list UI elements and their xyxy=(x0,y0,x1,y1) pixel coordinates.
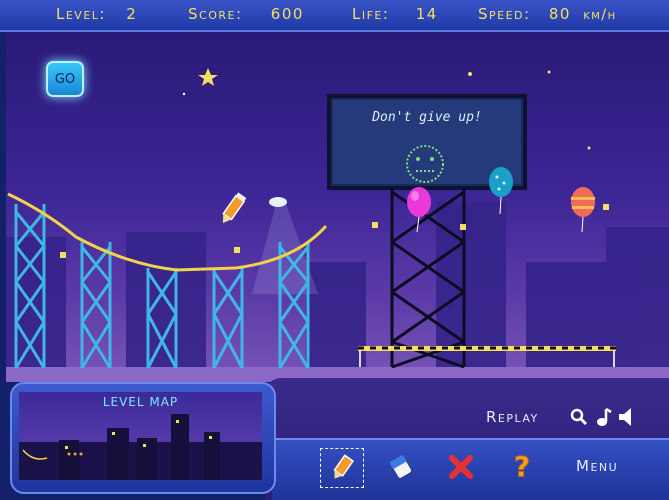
game-scene[interactable]: Don't give up! xyxy=(6,32,669,382)
star-dot xyxy=(468,72,472,76)
star-dot xyxy=(547,70,551,74)
svg-text:?: ? xyxy=(514,451,530,481)
level-value: 2 xyxy=(126,5,138,23)
spotlight-lamp xyxy=(269,197,287,207)
question-mark-icon: ? xyxy=(513,451,530,481)
girder-pillar xyxy=(80,242,112,369)
speed-label: Speed: xyxy=(478,5,531,23)
girder-pillar xyxy=(212,268,244,369)
go-label: GO xyxy=(54,71,76,87)
game-frame: Level: 2 Score: 600 Life: 14 Speed: 80 k… xyxy=(0,0,669,500)
replay-button[interactable]: Replay xyxy=(486,408,539,426)
balloon-pink[interactable] xyxy=(407,187,431,233)
star-icon xyxy=(198,68,218,86)
score-label: Score: xyxy=(188,5,243,23)
speaker-icon[interactable] xyxy=(617,406,635,428)
balloon-striped[interactable] xyxy=(571,187,595,233)
hud-bar: Level: 2 Score: 600 Life: 14 Speed: 80 k… xyxy=(0,0,669,32)
speed-value: 80 xyxy=(548,5,571,23)
pencil-tool-button[interactable] xyxy=(320,448,364,488)
life-display: Life: 14 xyxy=(352,5,438,23)
pencil-icon xyxy=(333,454,355,479)
score-display: Score: 600 xyxy=(188,5,304,23)
eraser-icon xyxy=(389,454,413,480)
city-silhouette xyxy=(6,202,669,382)
pencil-cursor-icon xyxy=(222,192,247,224)
billboard-text: Don't give up! xyxy=(371,110,482,125)
red-x-icon xyxy=(449,455,473,479)
menu-button[interactable]: Menu xyxy=(576,457,618,475)
speed-display: Speed: 80 km/h xyxy=(478,5,617,23)
score-value: 600 xyxy=(270,5,304,23)
go-button[interactable]: GO xyxy=(46,61,84,97)
star-dot xyxy=(182,92,186,96)
life-value: 14 xyxy=(415,5,438,23)
music-note-icon[interactable] xyxy=(596,407,612,427)
level-label: Level: xyxy=(56,5,106,23)
star-dot xyxy=(587,146,591,150)
level-display: Level: 2 xyxy=(56,5,137,23)
life-label: Life: xyxy=(352,5,390,23)
level-map[interactable]: LEVEL MAP xyxy=(19,392,262,480)
clear-button[interactable] xyxy=(446,452,476,482)
speed-unit: km/h xyxy=(583,7,617,23)
magnifier-icon[interactable] xyxy=(570,408,588,426)
eraser-tool-button[interactable] xyxy=(385,450,417,484)
help-button[interactable]: ? xyxy=(508,450,536,482)
